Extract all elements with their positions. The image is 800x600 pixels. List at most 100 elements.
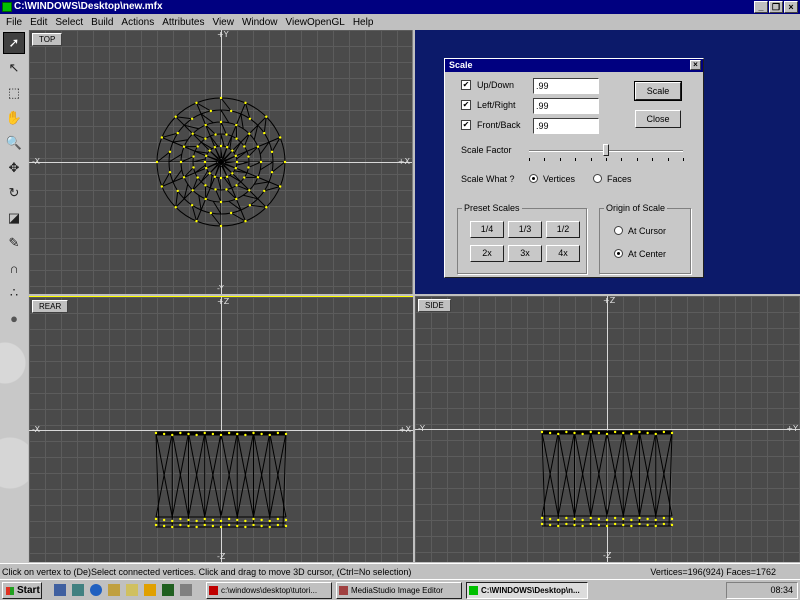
scale-factor-thumb[interactable] — [603, 144, 609, 156]
scale-icon[interactable]: ◪ — [3, 207, 25, 229]
leftright-field[interactable]: .99 — [533, 98, 599, 114]
quicklaunch-desktop-icon[interactable] — [54, 584, 66, 596]
at-cursor-radio[interactable] — [614, 226, 623, 235]
start-button[interactable]: Start — [2, 582, 42, 599]
quicklaunch-ie-icon[interactable] — [90, 584, 102, 596]
toolbar-decoration — [0, 303, 28, 563]
tool-palette: ➚ ↖ ⬚ ✋ 🔍 ✥ ↻ ◪ ✎ ∩ ∴ ● — [0, 30, 28, 563]
clock[interactable]: 08:34 — [770, 585, 793, 595]
vertex-select-icon[interactable]: ↖ — [3, 57, 25, 79]
quicklaunch-media-icon[interactable] — [144, 584, 156, 596]
status-counts: Vertices=196(924) Faces=1762 — [650, 567, 776, 577]
rotate-icon[interactable]: ↻ — [3, 182, 25, 204]
close-button[interactable]: Close — [635, 110, 681, 128]
updown-field[interactable]: .99 — [533, 78, 599, 94]
slider-tick — [606, 158, 607, 161]
menu-file[interactable]: File — [2, 17, 26, 28]
scale-dialog: Scale × ✔ Up/Down .99 ✔ Left/Right .99 ✔… — [444, 58, 704, 278]
preset-scales-group: Preset Scales 1/4 1/3 1/2 2x 3x 4x — [457, 203, 587, 274]
menu-viewopengl[interactable]: ViewOpenGL — [282, 17, 349, 28]
preset-quarter-button[interactable]: 1/4 — [470, 221, 504, 238]
faces-label: Faces — [607, 174, 632, 184]
task-modeler[interactable]: C:\WINDOWS\Desktop\n... — [466, 582, 588, 599]
mediastudio-icon — [339, 586, 348, 595]
status-bar: Click on vertex to (De)Select connected … — [0, 563, 800, 579]
menu-select[interactable]: Select — [51, 17, 87, 28]
modeler-icon — [469, 586, 478, 595]
preset-half-button[interactable]: 1/2 — [546, 221, 580, 238]
menu-view[interactable]: View — [208, 17, 238, 28]
viewport-side[interactable]: SIDE -Y +Y +Z -Z — [415, 296, 800, 562]
menu-help[interactable]: Help — [349, 17, 378, 28]
preset-2x-button[interactable]: 2x — [470, 245, 504, 262]
menu-build[interactable]: Build — [87, 17, 117, 28]
origin-title: Origin of Scale — [604, 203, 668, 213]
preset-third-button[interactable]: 1/3 — [508, 221, 542, 238]
slider-tick — [636, 158, 638, 161]
task-mediastudio[interactable]: MediaStudio Image Editor — [336, 582, 462, 599]
frontback-label: Front/Back — [477, 120, 521, 130]
task-label: c:\windows\desktop\tutori... — [221, 586, 318, 595]
menu-attributes[interactable]: Attributes — [158, 17, 208, 28]
minimize-button[interactable]: _ — [754, 1, 768, 13]
preset-3x-button[interactable]: 3x — [508, 245, 542, 262]
slider-tick — [575, 158, 577, 161]
faces-radio[interactable] — [593, 174, 602, 183]
task-tutorial[interactable]: c:\windows\desktop\tutori... — [206, 582, 332, 599]
pen-icon[interactable]: ✎ — [3, 232, 25, 254]
dialog-title: Scale — [449, 60, 473, 70]
dialog-title-bar: Scale × — [445, 59, 703, 72]
ie-doc-icon — [209, 586, 218, 595]
window-title: C:\WINDOWS\Desktop\new.mfx — [14, 1, 163, 12]
sphere-icon[interactable]: ● — [3, 307, 25, 329]
leftright-checkbox[interactable]: ✔ — [461, 100, 471, 110]
slider-tick — [544, 158, 546, 161]
close-window-button[interactable]: × — [784, 1, 798, 13]
dialog-close-icon[interactable]: × — [690, 60, 701, 70]
task-label: MediaStudio Image Editor — [351, 586, 444, 595]
updown-checkbox[interactable]: ✔ — [461, 80, 471, 90]
quicklaunch-folder-icon[interactable] — [126, 584, 138, 596]
hand-pan-icon[interactable]: ✋ — [3, 107, 25, 129]
taskbar: Start c:\windows\desktop\tutori... Media… — [0, 579, 800, 600]
menu-edit[interactable]: Edit — [26, 17, 51, 28]
at-center-radio[interactable] — [614, 249, 623, 258]
origin-group: Origin of Scale At Cursor At Center — [599, 203, 691, 274]
frontback-checkbox[interactable]: ✔ — [461, 120, 471, 130]
preset-4x-button[interactable]: 4x — [546, 245, 580, 262]
arrow-select-icon[interactable]: ➚ — [3, 32, 25, 54]
updown-label: Up/Down — [477, 80, 515, 90]
app-icon[interactable] — [2, 2, 12, 12]
slider-tick — [621, 158, 623, 161]
status-message: Click on vertex to (De)Select connected … — [2, 567, 412, 577]
scale-button[interactable]: Scale — [634, 81, 682, 101]
task-label: C:\WINDOWS\Desktop\n... — [481, 586, 580, 595]
mesh-top-view[interactable] — [29, 30, 413, 294]
magnet-icon[interactable]: ∩ — [3, 257, 25, 279]
menu-bar: File Edit Select Build Actions Attribute… — [0, 14, 800, 30]
frontback-field[interactable]: .99 — [533, 118, 599, 134]
quicklaunch-app-icon[interactable] — [162, 584, 174, 596]
slider-tick — [683, 158, 684, 161]
menu-window[interactable]: Window — [238, 17, 282, 28]
viewport-top[interactable]: TOP -X +X +Y -Y — [29, 30, 413, 294]
slider-tick — [652, 158, 654, 161]
slider-tick — [529, 158, 530, 161]
vertices-radio[interactable] — [529, 174, 538, 183]
rect-select-icon[interactable]: ⬚ — [3, 82, 25, 104]
viewport-rear[interactable]: REAR -X +X +Z -Z — [29, 296, 413, 562]
menu-actions[interactable]: Actions — [117, 17, 158, 28]
quicklaunch-misc-icon[interactable] — [180, 584, 192, 596]
restore-button[interactable]: ❐ — [769, 1, 783, 13]
quicklaunch-channels-icon[interactable] — [72, 584, 84, 596]
spheres-icon[interactable]: ∴ — [3, 282, 25, 304]
slider-tick — [590, 158, 592, 161]
at-center-label: At Center — [628, 249, 667, 259]
mesh-side-view[interactable] — [415, 296, 800, 562]
zoom-icon[interactable]: 🔍 — [3, 132, 25, 154]
quicklaunch-mail-icon[interactable] — [108, 584, 120, 596]
mesh-rear-view[interactable] — [29, 297, 413, 562]
scale-what-label: Scale What ? — [461, 174, 515, 184]
preset-scales-title: Preset Scales — [462, 203, 522, 213]
move-icon[interactable]: ✥ — [3, 157, 25, 179]
